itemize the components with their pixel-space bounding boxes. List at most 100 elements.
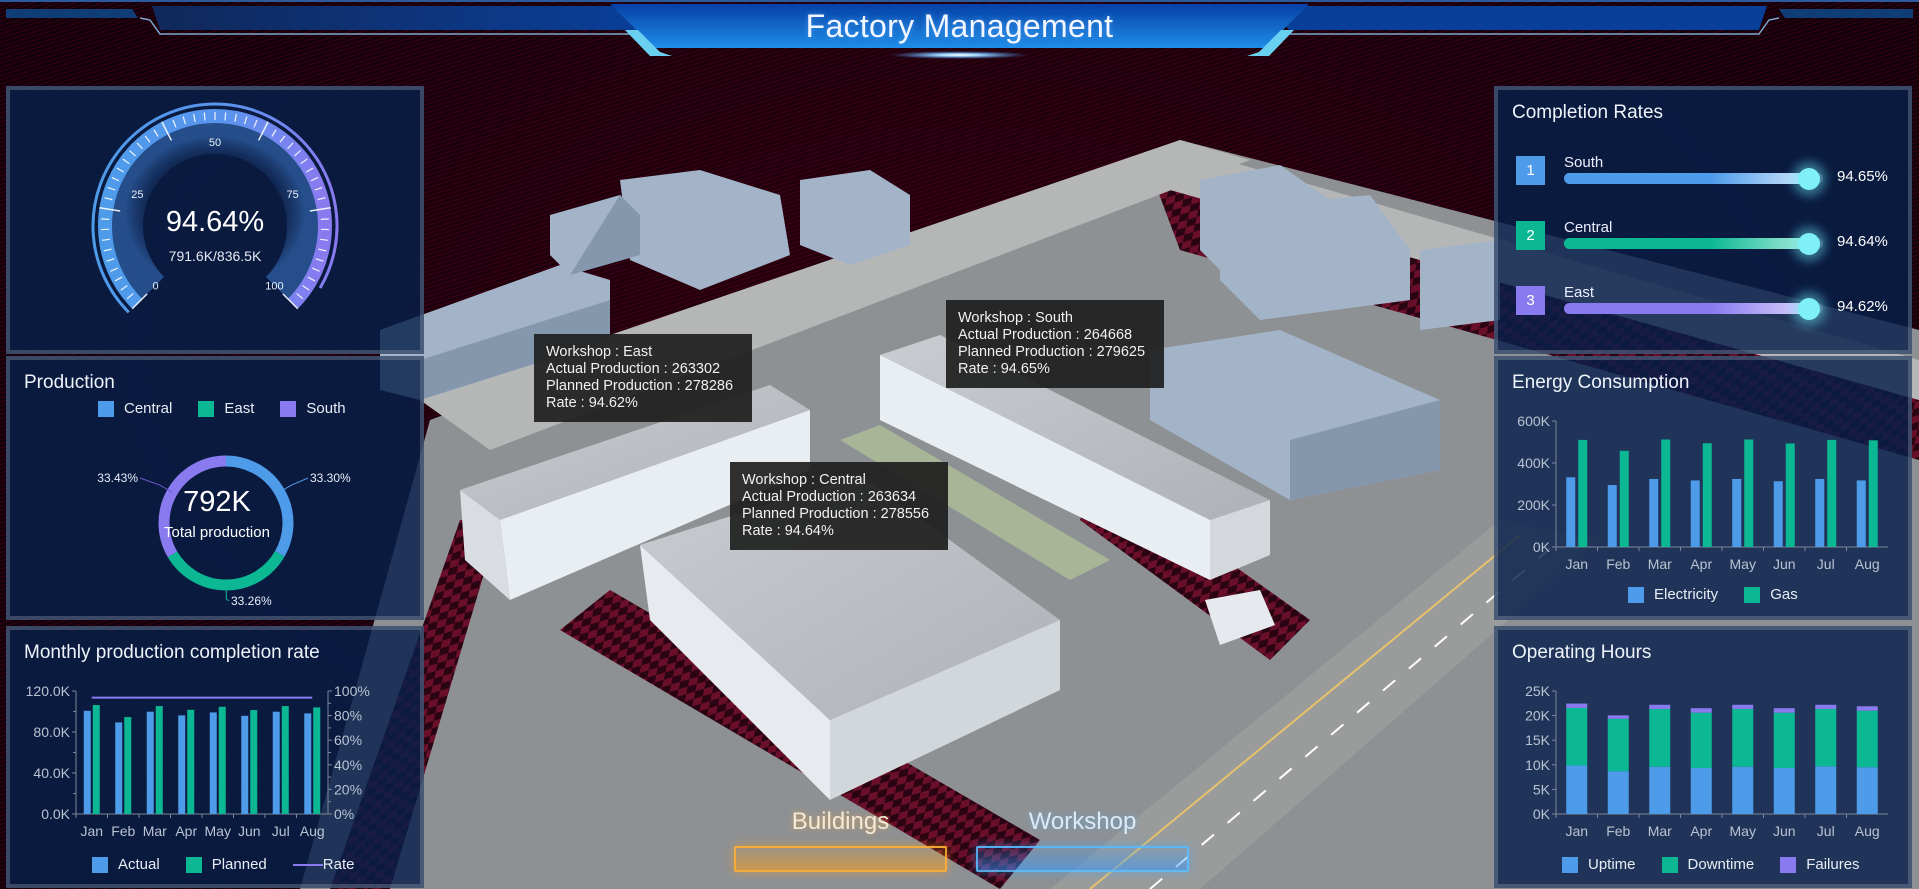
workshop-name: Central bbox=[1564, 219, 1613, 236]
bar-planned bbox=[124, 717, 132, 814]
bar-failures bbox=[1607, 715, 1629, 719]
y-tick-label: 0.0K bbox=[41, 806, 70, 822]
legend-item-electricity[interactable]: Electricity bbox=[1628, 586, 1718, 603]
x-tick-label: May bbox=[1730, 556, 1756, 572]
gauge-tick-label: 0 bbox=[153, 280, 159, 292]
x-tick-label: May bbox=[1730, 823, 1756, 839]
legend-label: Failures bbox=[1806, 856, 1860, 873]
bar-electricity bbox=[1566, 477, 1576, 547]
x-tick-label: Mar bbox=[1648, 556, 1672, 572]
bar-downtime bbox=[1856, 710, 1878, 768]
legend-item-gas[interactable]: Gas bbox=[1744, 586, 1798, 603]
y-tick-label: 600K bbox=[1517, 413, 1550, 429]
bar-gas bbox=[1578, 439, 1588, 547]
tooltip-actual: Actual Production : 264668 bbox=[958, 327, 1133, 343]
x-tick-label: Jan bbox=[1565, 556, 1588, 572]
donut-slice-label: 33.26% bbox=[231, 594, 272, 608]
x-tick-label: Feb bbox=[1606, 823, 1630, 839]
bar-electricity bbox=[1815, 478, 1825, 547]
y-tick-label: 20K bbox=[1525, 708, 1551, 724]
y-tick-label: 25K bbox=[1525, 683, 1551, 699]
x-tick-label: Feb bbox=[111, 823, 135, 839]
workshop-button[interactable]: Workshop bbox=[970, 800, 1195, 876]
completion-title: Completion Rates bbox=[1512, 102, 1664, 123]
buildings-button-tray bbox=[734, 846, 947, 872]
legend-item-rate[interactable]: Rate bbox=[292, 856, 355, 873]
header-bar: Factory Management bbox=[0, 0, 1919, 64]
bar-downtime bbox=[1607, 718, 1629, 772]
gauge-value: 94.64% bbox=[165, 206, 265, 238]
gauge-tick bbox=[203, 112, 206, 121]
bar-failures bbox=[1773, 708, 1795, 713]
bar-gas bbox=[1827, 439, 1837, 547]
bar-electricity bbox=[1773, 481, 1783, 547]
gauge-sub-label: 791.6K/836.5K bbox=[168, 248, 262, 264]
donut-slice-east bbox=[167, 551, 285, 591]
buildings-button[interactable]: Buildings bbox=[728, 800, 953, 876]
bar-planned bbox=[218, 706, 226, 814]
energy-consumption-chart: 0K 200K 400K 600K Jan Feb Mar Apr May Jun Jul Aug bbox=[1517, 413, 1888, 572]
legend-label: Gas bbox=[1770, 586, 1798, 603]
tooltip-planned: Planned Production : 278286 bbox=[546, 378, 734, 394]
workshop-button-tray bbox=[976, 846, 1189, 872]
y-tick-label: 10K bbox=[1525, 757, 1551, 773]
legend-label: Uptime bbox=[1588, 856, 1636, 873]
x-tick-label: Jan bbox=[80, 823, 103, 839]
tooltip-workshop-south: Workshop : South Actual Production : 264… bbox=[946, 300, 1164, 388]
donut-center-value: 792K bbox=[183, 486, 251, 518]
bar-downtime bbox=[1649, 708, 1671, 767]
tooltip-rate: Rate : 94.62% bbox=[546, 395, 638, 411]
energy-title: Energy Consumption bbox=[1512, 372, 1690, 393]
bar-electricity bbox=[1732, 478, 1742, 547]
x-tick-label: May bbox=[205, 823, 231, 839]
bar-failures bbox=[1815, 704, 1837, 709]
y2-tick-label: 40% bbox=[334, 757, 362, 773]
gauge-tick-label: 50 bbox=[209, 137, 221, 149]
rank-badge: 3 bbox=[1516, 286, 1545, 315]
progress-track bbox=[1564, 168, 1823, 190]
y-tick-label: 80.0K bbox=[33, 724, 70, 740]
bar-uptime bbox=[1732, 766, 1754, 814]
gauge-tick-label: 100 bbox=[265, 280, 283, 292]
completion-row-east: 3 East 94.62% bbox=[1516, 284, 1906, 326]
x-tick-label: Jan bbox=[1565, 823, 1588, 839]
bar-gas bbox=[1661, 439, 1671, 547]
progress-glow-dot bbox=[1798, 298, 1821, 320]
legend-item-planned[interactable]: Planned bbox=[185, 856, 267, 873]
completion-row-central: 2 Central 94.64% bbox=[1516, 219, 1906, 261]
y-tick-label: 400K bbox=[1517, 455, 1550, 471]
bar-uptime bbox=[1607, 771, 1629, 814]
bar-uptime bbox=[1815, 766, 1837, 814]
y-tick-label: 40.0K bbox=[33, 765, 70, 781]
hours-legend: Uptime Downtime Failures bbox=[1562, 856, 1860, 873]
operating-hours-chart: 0K 5K 10K 15K 20K 25K Jan Feb Mar Apr May Jun Jul Aug bbox=[1525, 683, 1888, 839]
legend-item-actual[interactable]: Actual bbox=[92, 856, 160, 873]
y-tick-label: 120.0K bbox=[26, 683, 71, 699]
bar-gas bbox=[1785, 443, 1795, 547]
bar-actual bbox=[115, 722, 123, 814]
x-tick-label: Aug bbox=[1855, 556, 1880, 572]
y-tick-label: 0K bbox=[1533, 806, 1551, 822]
gauge-tick bbox=[224, 112, 227, 121]
progress-glow-dot bbox=[1798, 168, 1821, 190]
x-tick-label: Apr bbox=[1690, 556, 1712, 572]
gauge-tick-label: 25 bbox=[131, 189, 143, 201]
legend-swatch bbox=[1744, 586, 1761, 603]
legend-item-uptime[interactable]: Uptime bbox=[1562, 856, 1636, 873]
legend-item-downtime[interactable]: Downtime bbox=[1661, 856, 1754, 873]
donut-slice-label: 33.43% bbox=[97, 471, 138, 485]
tooltip-planned: Planned Production : 278556 bbox=[742, 506, 930, 522]
bar-failures bbox=[1566, 703, 1588, 708]
tooltip-workshop-east: Workshop : East Actual Production : 2633… bbox=[534, 334, 752, 422]
bar-electricity bbox=[1856, 480, 1866, 547]
legend-label: Rate bbox=[322, 856, 355, 873]
monthly-title: Monthly production completion rate bbox=[24, 642, 320, 663]
bar-planned bbox=[281, 706, 289, 814]
completion-value: 94.62% bbox=[1837, 298, 1888, 315]
legend-label: Electricity bbox=[1654, 586, 1719, 603]
bar-gas bbox=[1744, 439, 1754, 547]
bar-planned bbox=[155, 706, 163, 814]
x-tick-label: Jul bbox=[1817, 556, 1835, 572]
legend-item-failures[interactable]: Failures bbox=[1780, 856, 1860, 873]
legend-label: Actual bbox=[118, 856, 160, 873]
